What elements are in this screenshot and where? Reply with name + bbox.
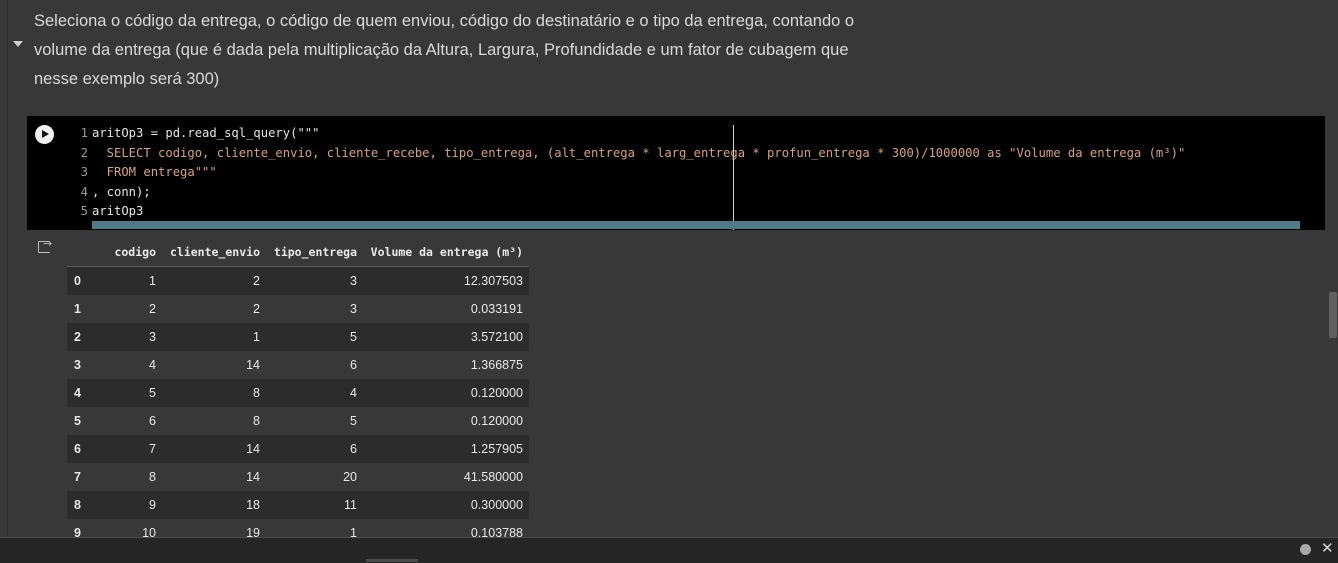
status-bar (0, 537, 1338, 563)
column-header: tipo_entrega (266, 238, 363, 267)
cell-tipo-entrega: 5 (350, 330, 357, 344)
table-header-row: codigo cliente_envio tipo_entrega Volume… (67, 238, 529, 267)
markdown-line: Seleciona o código da entrega, o código … (34, 12, 855, 30)
row-index: 8 (74, 498, 81, 512)
cell-codigo: 5 (149, 386, 156, 400)
table-row: 4 5 8 4 0.120000 (67, 379, 529, 407)
horizontal-scrollbar[interactable] (92, 221, 1300, 229)
cell-codigo: 1 (149, 274, 156, 288)
dataframe-output: codigo cliente_envio tipo_entrega Volume… (67, 238, 529, 547)
cell-codigo: 9 (149, 498, 156, 512)
line-number: 2 (80, 145, 88, 160)
vertical-scrollbar-thumb[interactable] (1329, 292, 1337, 338)
line-number: 4 (80, 184, 88, 199)
code-line: 2 SELECT codigo, cliente_envio, cliente_… (72, 144, 1186, 164)
cell-tipo-entrega: 6 (350, 358, 357, 372)
cell-volume: 1.366875 (470, 358, 523, 372)
table-row: 6 7 14 6 1.257905 (67, 435, 529, 463)
cell-cliente-envio: 2 (253, 274, 260, 288)
row-index: 7 (74, 470, 81, 484)
code-line: 5 aritOp3 (72, 202, 1185, 222)
cell-cliente-envio: 14 (246, 470, 260, 484)
cell-tipo-entrega: 3 (350, 274, 357, 288)
markdown-cell: Seleciona o código da entrega, o código … (34, 7, 934, 94)
table-row: 0 1 2 3 12.307503 (67, 266, 529, 295)
row-index: 5 (74, 414, 81, 428)
row-index: 4 (74, 386, 81, 400)
cell-cliente-envio: 1 (253, 330, 260, 344)
code-text: aritOp3 = pd.read_sql_query(""" (92, 126, 320, 140)
cell-volume: 0.300000 (470, 498, 523, 512)
cell-cliente-envio: 14 (246, 358, 260, 372)
cell-tipo-entrega: 6 (350, 442, 357, 456)
cell-tipo-entrega: 20 (343, 470, 357, 484)
code-text: SELECT codigo, cliente_envio, cliente_re… (92, 145, 1186, 160)
row-index: 3 (74, 358, 81, 372)
cell-cliente-envio: 14 (246, 442, 260, 456)
cell-volume: 12.307503 (463, 274, 523, 288)
table-row: 5 6 8 5 0.120000 (67, 407, 529, 435)
cell-codigo: 4 (149, 358, 156, 372)
row-index: 2 (74, 330, 81, 344)
code-editor[interactable]: 1 aritOp3 = pd.read_sql_query(""" 2 SELE… (72, 124, 1186, 222)
chevron-down-icon[interactable] (13, 41, 23, 47)
row-index: 6 (74, 442, 81, 456)
close-icon[interactable]: ✕ (1321, 539, 1334, 557)
cell-tipo-entrega: 3 (350, 302, 357, 316)
output-icon[interactable] (38, 237, 52, 253)
cell-tipo-entrega: 5 (350, 414, 357, 428)
column-header: codigo (94, 238, 162, 267)
cell-cliente-envio: 8 (253, 386, 260, 400)
cell-cliente-envio: 2 (253, 302, 260, 316)
markdown-line: volume da entrega (que é dada pela multi… (34, 41, 849, 59)
text-cursor (733, 125, 734, 230)
column-header: cliente_envio (162, 238, 266, 267)
table-row: 7 8 14 20 41.580000 (67, 463, 529, 491)
cell-tipo-entrega: 11 (344, 498, 357, 512)
cell-codigo: 6 (149, 414, 156, 428)
status-dot-icon (1300, 544, 1311, 555)
code-text: , conn); (92, 184, 151, 199)
table-row: 3 4 14 6 1.366875 (67, 351, 529, 379)
cell-volume: 0.120000 (470, 414, 523, 428)
cell-codigo: 3 (149, 330, 156, 344)
code-text: aritOp3 (92, 204, 144, 218)
index-header (67, 238, 94, 267)
cell-volume: 41.580000 (463, 470, 523, 484)
row-index: 1 (74, 302, 81, 316)
code-line: 3 FROM entrega""" (72, 163, 1185, 183)
table-row: 1 2 2 3 0.033191 (67, 295, 529, 323)
cell-volume: 3.572100 (470, 330, 523, 344)
code-text: FROM entrega""" (92, 165, 217, 179)
play-icon[interactable] (35, 125, 54, 144)
code-line: 1 aritOp3 = pd.read_sql_query(""" (72, 124, 1185, 144)
row-index: 0 (74, 274, 81, 288)
cell-volume: 1.257905 (470, 442, 523, 456)
cell-codigo: 8 (149, 470, 156, 484)
cell-codigo: 2 (149, 302, 156, 316)
column-header: Volume da entrega (m³) (363, 238, 529, 267)
line-number: 3 (80, 165, 88, 179)
cell-codigo: 7 (149, 442, 156, 456)
line-number: 1 (80, 126, 88, 140)
left-gutter (7, 0, 8, 536)
markdown-line: nesse exemplo será 300) (34, 70, 220, 88)
cell-cliente-envio: 18 (246, 498, 260, 512)
cell-tipo-entrega: 4 (350, 386, 357, 400)
line-number: 5 (80, 204, 88, 218)
cell-volume: 0.033191 (470, 302, 523, 316)
cell-cliente-envio: 8 (253, 414, 260, 428)
table-row: 8 9 18 11 0.300000 (67, 491, 529, 519)
code-line: 4 , conn); (72, 183, 1185, 203)
cell-volume: 0.120000 (470, 386, 523, 400)
table-row: 2 3 1 5 3.572100 (67, 323, 529, 351)
